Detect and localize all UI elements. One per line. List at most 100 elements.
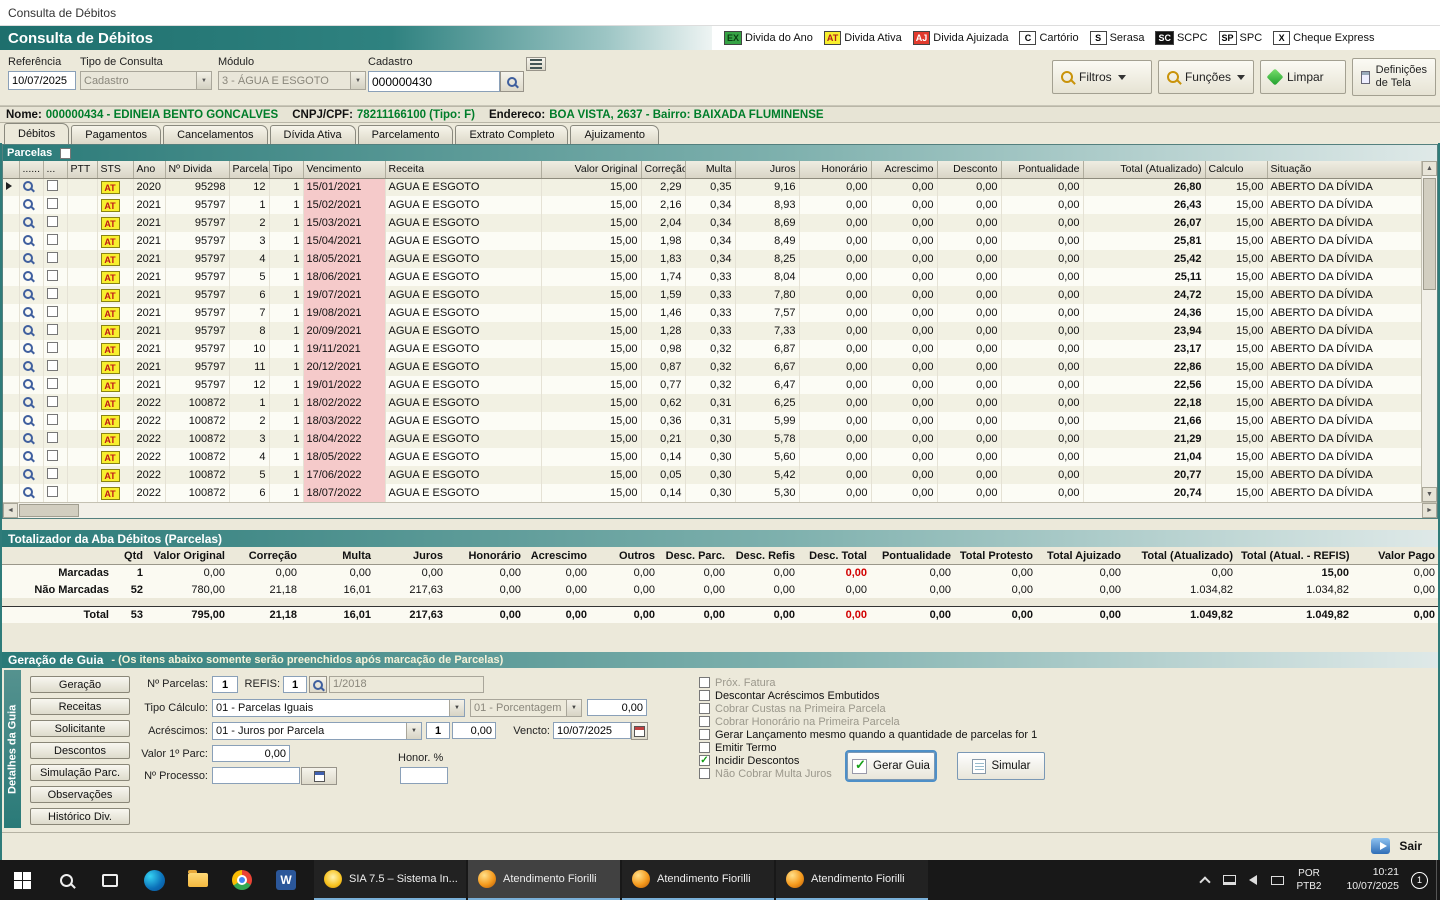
chevron-down-icon[interactable]: ▼	[406, 723, 421, 739]
row-select-checkbox[interactable]	[47, 396, 58, 407]
checkbox-box[interactable]: ✓	[699, 755, 710, 766]
geracao-checkbox[interactable]: Cobrar Honorário na Primeira Parcela	[699, 715, 1037, 728]
debit-row[interactable]: AT 2021 95797 3 1 15/04/2021 AGUA E ESGO…	[3, 232, 1421, 250]
debit-row[interactable]: AT 2022 100872 3 1 18/04/2022 AGUA E ESG…	[3, 430, 1421, 448]
checkbox-box[interactable]	[699, 677, 710, 688]
vertical-scroll-thumb[interactable]	[1423, 178, 1436, 290]
row-select-checkbox[interactable]	[47, 450, 58, 461]
show-desktop-button[interactable]	[1436, 860, 1440, 900]
tab-Débitos[interactable]: Débitos	[4, 123, 69, 144]
n-parcelas-input[interactable]	[212, 676, 238, 693]
grid-column-header[interactable]: Valor Original	[541, 161, 641, 178]
taskbar-app-button[interactable]: Atendimento Fiorilli	[622, 860, 774, 900]
valor1-input[interactable]	[212, 745, 290, 762]
row-detail-magnifier-icon[interactable]	[23, 451, 33, 461]
language-indicator[interactable]: POR PTB2	[1289, 867, 1329, 893]
grid-column-header[interactable]: Tipo	[269, 161, 303, 178]
row-select-checkbox[interactable]	[47, 234, 58, 245]
taskbar-search-button[interactable]	[44, 860, 88, 900]
debit-row[interactable]: AT 2021 95797 11 1 20/12/2021 AGUA E ESG…	[3, 358, 1421, 376]
row-detail-magnifier-icon[interactable]	[23, 199, 33, 209]
horizontal-scroll-thumb[interactable]	[19, 504, 79, 517]
detalhes-guia-tab[interactable]: Detalhes da Guia	[4, 670, 21, 828]
grid-column-header[interactable]: Nº Divida	[165, 161, 229, 178]
row-select-checkbox[interactable]	[47, 432, 58, 443]
honor-input[interactable]	[400, 767, 448, 784]
funcoes-button[interactable]: Funções	[1158, 60, 1254, 94]
geracao-side-button[interactable]: Descontos	[30, 742, 130, 759]
geracao-side-button[interactable]: Simulação Parc.	[30, 764, 130, 781]
debit-row[interactable]: AT 2021 95797 2 1 15/03/2021 AGUA E ESGO…	[3, 214, 1421, 232]
row-detail-magnifier-icon[interactable]	[23, 487, 33, 497]
checkbox-box[interactable]	[699, 703, 710, 714]
debit-row[interactable]: AT 2021 95797 6 1 19/07/2021 AGUA E ESGO…	[3, 286, 1421, 304]
checkbox-box[interactable]	[699, 690, 710, 701]
simular-button[interactable]: Simular	[957, 752, 1045, 780]
notification-badge[interactable]: 1	[1411, 872, 1428, 889]
word-button[interactable]	[264, 860, 308, 900]
debit-row[interactable]: AT 2022 100872 4 1 18/05/2022 AGUA E ESG…	[3, 448, 1421, 466]
porcentagem-num-input[interactable]	[587, 699, 647, 716]
tipo-calculo-select[interactable]: 01 - Parcelas Iguais ▼	[212, 699, 465, 717]
checkbox-box[interactable]	[699, 729, 710, 740]
row-detail-magnifier-icon[interactable]	[23, 361, 33, 371]
debit-row[interactable]: AT 2022 100872 5 1 17/06/2022 AGUA E ESG…	[3, 466, 1421, 484]
modulo-dropdown[interactable]: 3 - ÁGUA E ESGOTO ▼	[218, 71, 366, 90]
chevron-down-icon[interactable]: ▼	[449, 700, 464, 716]
grid-column-header[interactable]: Pontualidade	[1001, 161, 1083, 178]
grid-column-header[interactable]: Situação	[1267, 161, 1421, 178]
grid-column-header[interactable]: STS	[97, 161, 133, 178]
geracao-side-button[interactable]: Geração	[30, 676, 130, 693]
tray-expand-button[interactable]	[1193, 860, 1217, 900]
row-select-checkbox[interactable]	[47, 252, 58, 263]
row-select-checkbox[interactable]	[47, 414, 58, 425]
checkbox-box[interactable]	[699, 742, 710, 753]
grid-column-header[interactable]	[3, 161, 19, 178]
network-tray-icon[interactable]	[1217, 860, 1241, 900]
grid-column-header[interactable]: ......	[19, 161, 43, 178]
debit-row[interactable]: AT 2021 95797 4 1 18/05/2021 AGUA E ESGO…	[3, 250, 1421, 268]
row-detail-magnifier-icon[interactable]	[23, 325, 33, 335]
row-detail-magnifier-icon[interactable]	[23, 217, 33, 227]
geracao-side-button[interactable]: Observações	[30, 786, 130, 803]
debit-row[interactable]: AT 2022 100872 6 1 18/07/2022 AGUA E ESG…	[3, 484, 1421, 502]
chrome-button[interactable]	[220, 860, 264, 900]
grid-column-header[interactable]: PTT	[67, 161, 97, 178]
row-detail-magnifier-icon[interactable]	[23, 379, 33, 389]
grid-column-header[interactable]: Multa	[685, 161, 735, 178]
sair-button[interactable]: Sair	[1365, 836, 1428, 856]
processo-calc-button[interactable]	[301, 767, 337, 785]
horizontal-scrollbar[interactable]: ◄ ►	[3, 502, 1437, 518]
processo-input[interactable]	[212, 767, 300, 784]
keyboard-tray-icon[interactable]	[1265, 860, 1289, 900]
scroll-up-button[interactable]: ▲	[1422, 161, 1437, 176]
checkbox-box[interactable]	[699, 716, 710, 727]
debit-row[interactable]: AT 2020 95298 12 1 15/01/2021 AGUA E ESG…	[3, 178, 1421, 196]
debit-row[interactable]: AT 2022 100872 1 1 18/02/2022 AGUA E ESG…	[3, 394, 1421, 412]
row-select-checkbox[interactable]	[47, 306, 58, 317]
row-detail-magnifier-icon[interactable]	[23, 289, 33, 299]
definicoes-tela-button[interactable]: Definições de Tela	[1352, 58, 1436, 96]
grid-column-header[interactable]: Receita	[385, 161, 541, 178]
geracao-side-button[interactable]: Receitas	[30, 698, 130, 715]
debit-row[interactable]: AT 2022 100872 2 1 18/03/2022 AGUA E ESG…	[3, 412, 1421, 430]
filtros-button[interactable]: Filtros	[1052, 60, 1152, 94]
row-select-checkbox[interactable]	[47, 180, 58, 191]
parcelas-select-all-checkbox[interactable]	[60, 148, 71, 159]
taskbar-app-button[interactable]: Atendimento Fiorilli	[468, 860, 620, 900]
cadastro-input[interactable]	[368, 71, 500, 92]
refis-search-button[interactable]	[309, 676, 327, 693]
tipo-consulta-dropdown[interactable]: Cadastro ▼	[80, 71, 212, 90]
geracao-side-button[interactable]: Histórico Div.	[30, 808, 130, 825]
grid-column-header[interactable]: Total (Atualizado)	[1083, 161, 1205, 178]
grid-column-header[interactable]: Parcela	[229, 161, 269, 178]
row-select-checkbox[interactable]	[47, 324, 58, 335]
tab-Ajuizamento[interactable]: Ajuizamento	[570, 125, 659, 144]
cadastro-list-button[interactable]	[526, 57, 546, 71]
geracao-checkbox[interactable]: Próx. Fatura	[699, 676, 1037, 689]
scroll-left-button[interactable]: ◄	[3, 503, 18, 518]
chevron-down-icon[interactable]: ▼	[196, 72, 211, 89]
cadastro-search-button[interactable]	[500, 71, 524, 92]
debit-row[interactable]: AT 2021 95797 12 1 19/01/2022 AGUA E ESG…	[3, 376, 1421, 394]
geracao-checkbox[interactable]: Descontar Acréscimos Embutidos	[699, 689, 1037, 702]
